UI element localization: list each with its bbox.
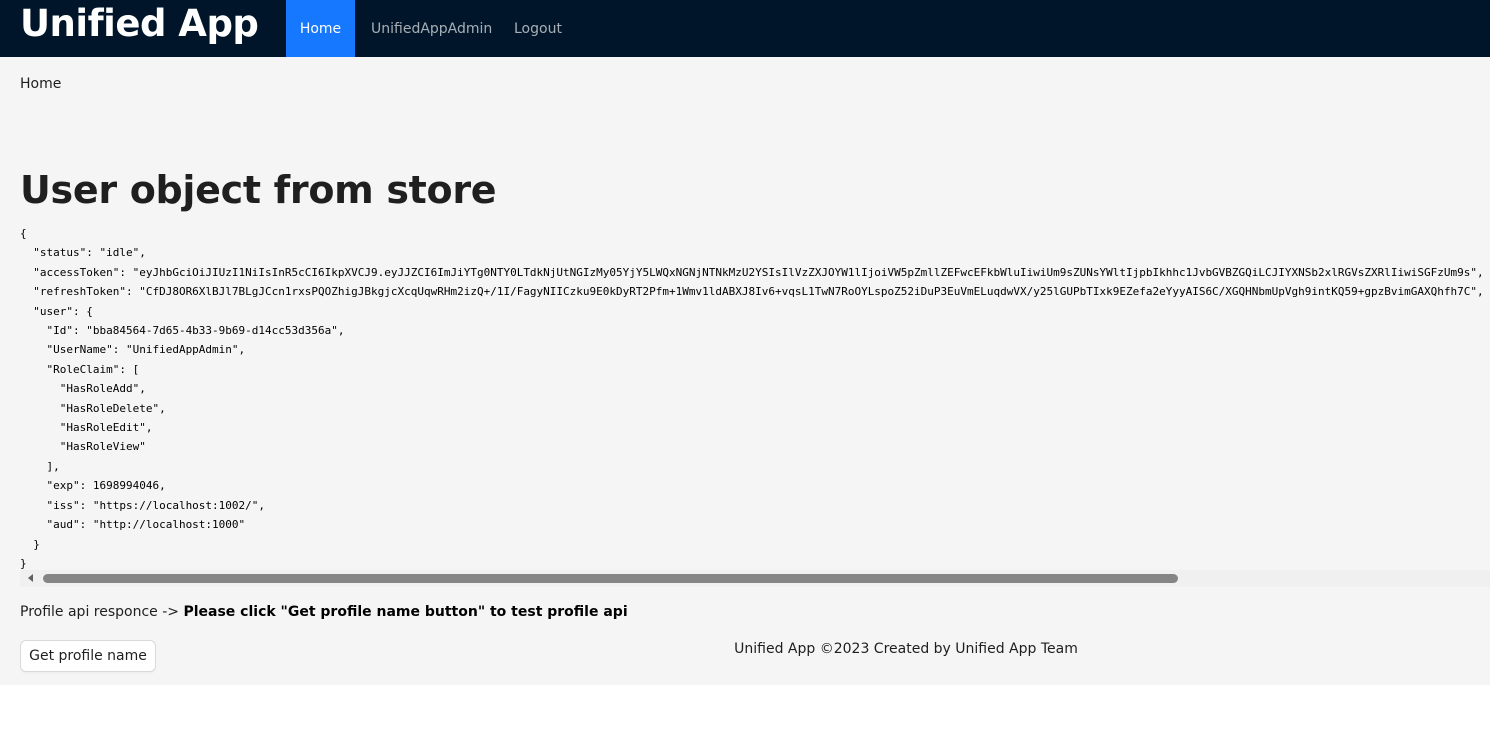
top-header: Unified App Home UnifiedAppAdmin Logout: [0, 0, 1490, 57]
menu-item-logout[interactable]: Logout: [497, 0, 577, 57]
breadcrumb[interactable]: Home: [20, 76, 61, 92]
user-json-text: { "status": "idle", "accessToken": "eyJh…: [20, 227, 1484, 570]
profile-api-response: Profile api responce -> Please click "Ge…: [20, 604, 628, 620]
profile-api-message: Please click "Get profile name button" t…: [183, 604, 628, 620]
scroll-left-arrow-icon[interactable]: [28, 574, 33, 582]
page-title: User object from store: [20, 168, 497, 212]
horizontal-scrollbar[interactable]: [20, 570, 1490, 587]
profile-api-label: Profile api responce ->: [20, 604, 184, 620]
footer: Unified App ©2023 Created by Unified App…: [734, 641, 1078, 657]
app-brand: Unified App: [20, 2, 259, 45]
user-json-viewer[interactable]: { "status": "idle", "accessToken": "eyJh…: [20, 224, 1490, 586]
app-layout: Unified App Home UnifiedAppAdmin Logout …: [0, 0, 1490, 685]
menu-item-unifiedappadmin[interactable]: UnifiedAppAdmin: [355, 0, 497, 57]
menu-item-home[interactable]: Home: [286, 0, 355, 57]
top-menu: Home UnifiedAppAdmin Logout: [286, 0, 577, 57]
scroll-thumb[interactable]: [43, 574, 1178, 583]
